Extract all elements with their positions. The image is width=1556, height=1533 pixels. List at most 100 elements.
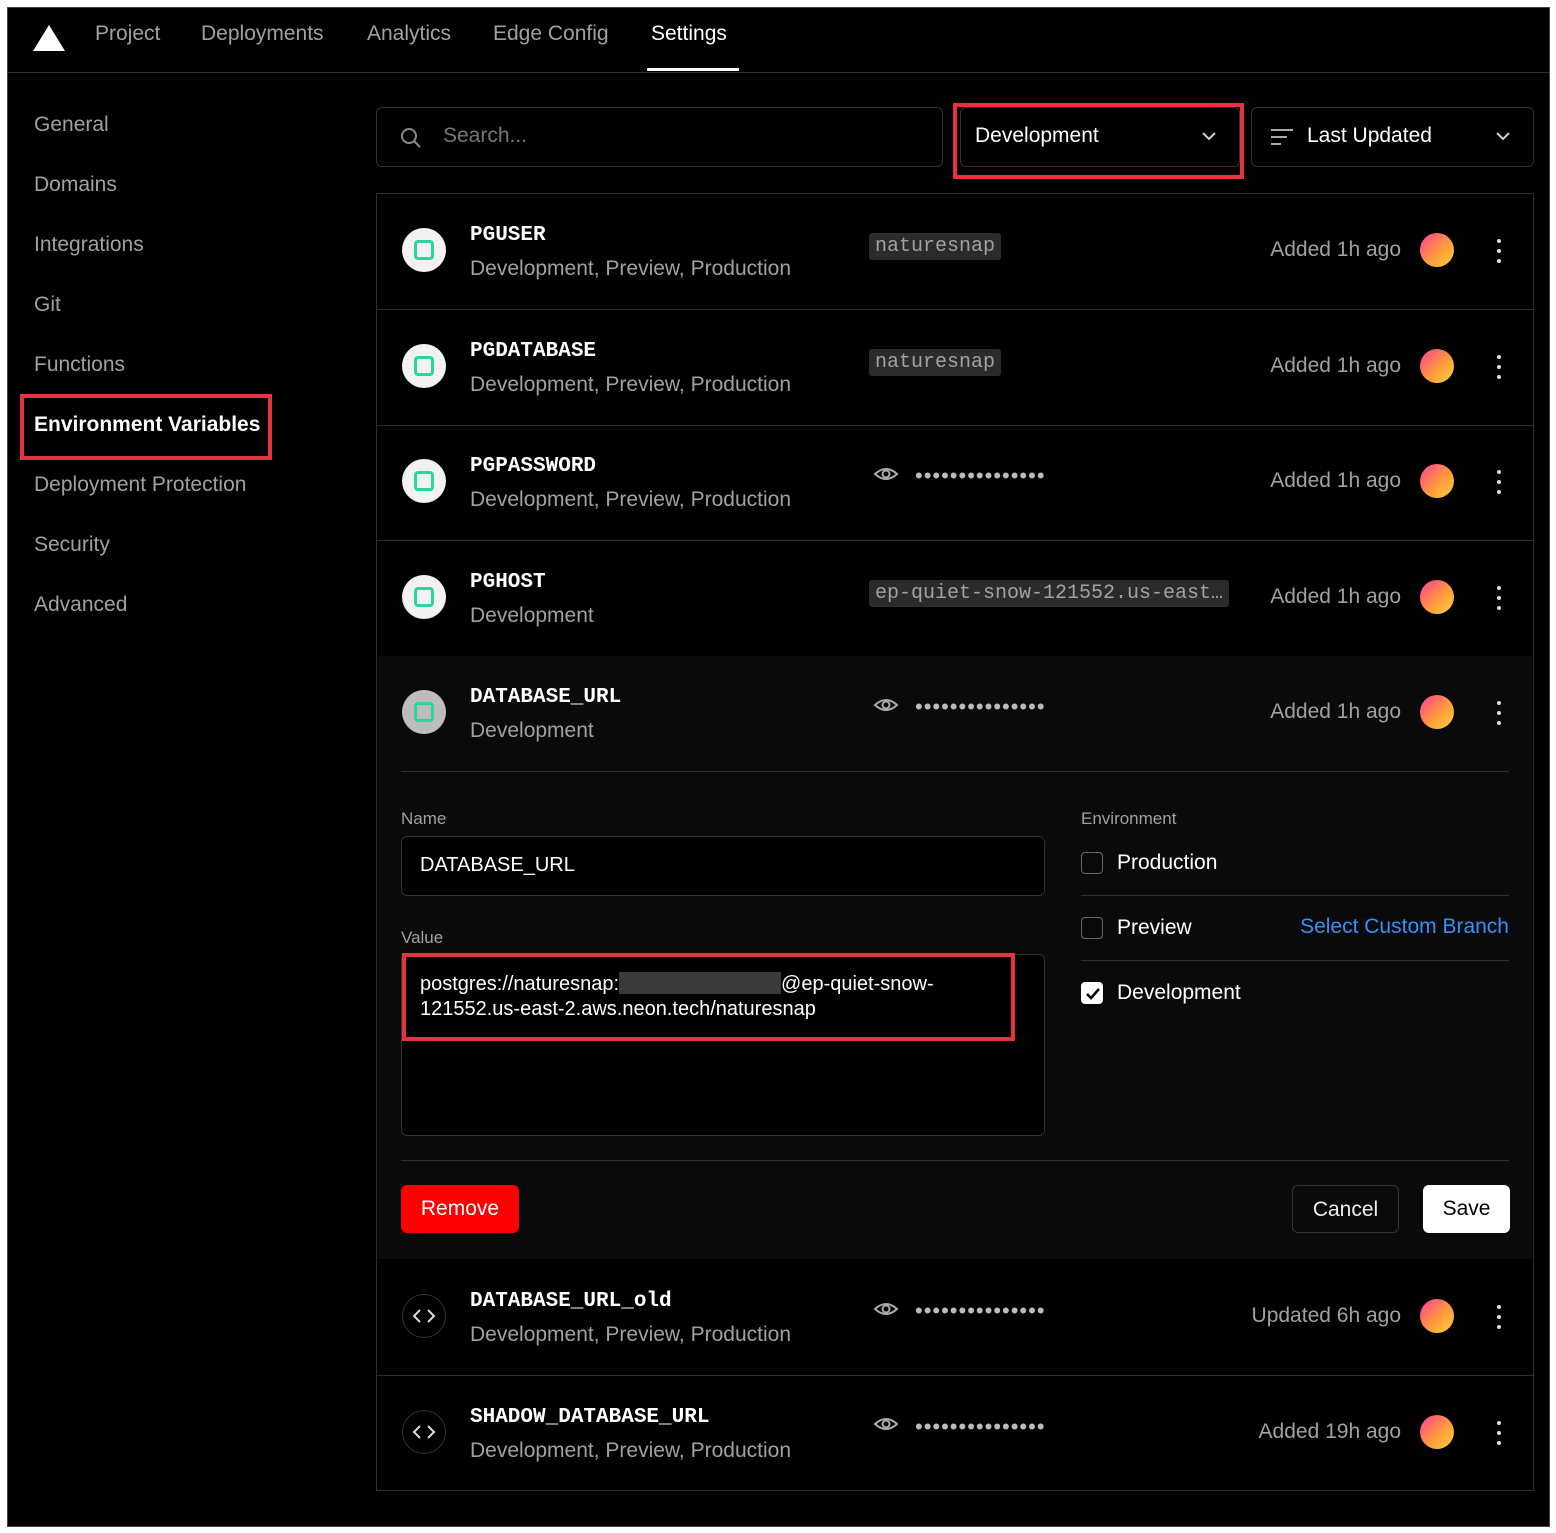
highlight-box-environment-filter bbox=[953, 103, 1244, 179]
neon-icon bbox=[402, 690, 446, 734]
env-variable-row[interactable]: PGDATABASE Development, Preview, Producti… bbox=[377, 310, 1533, 426]
sidebar-item-integrations[interactable]: Integrations bbox=[34, 233, 144, 257]
sidebar-item-domains[interactable]: Domains bbox=[34, 173, 117, 197]
tab-project[interactable]: Project bbox=[95, 22, 160, 46]
avatar bbox=[1420, 348, 1454, 383]
variable-editor: Name DATABASE_URL Value postgres://natur… bbox=[377, 769, 1533, 1259]
masked-value: ••••••••••••••• bbox=[915, 1298, 1046, 1323]
more-options-icon[interactable] bbox=[1489, 236, 1509, 266]
preview-label: Preview bbox=[1117, 916, 1192, 939]
variable-name: PGUSER bbox=[470, 224, 546, 247]
variable-environments: Development, Preview, Production bbox=[470, 1438, 791, 1462]
neon-icon bbox=[402, 459, 446, 503]
name-input-value: DATABASE_URL bbox=[420, 854, 575, 876]
hidden-value: ••••••••••••••• bbox=[873, 694, 1046, 720]
neon-icon bbox=[402, 343, 446, 388]
eye-icon[interactable] bbox=[873, 695, 899, 720]
search-icon bbox=[401, 128, 421, 148]
sort-lines-icon bbox=[1271, 129, 1293, 145]
chevron-down-icon bbox=[1496, 132, 1510, 141]
variable-name: PGDATABASE bbox=[470, 339, 597, 363]
hidden-value: ••••••••••••••• bbox=[873, 1414, 1046, 1440]
env-variable-row[interactable]: PGUSER Development, Preview, Production na… bbox=[377, 194, 1533, 310]
code-icon bbox=[402, 1294, 446, 1338]
variable-timestamp: Added 1h ago bbox=[1270, 353, 1401, 377]
name-label: Name bbox=[401, 809, 447, 828]
avatar bbox=[1420, 579, 1454, 614]
variable-value[interactable]: naturesnap bbox=[869, 348, 1002, 376]
sidebar-item-general[interactable]: General bbox=[34, 113, 109, 137]
tab-settings[interactable]: Settings bbox=[651, 22, 727, 46]
environment-label: Environment bbox=[1081, 809, 1177, 828]
env-variable-row[interactable]: PGHOST Development ep-quiet-snow-121552.us… bbox=[377, 541, 1533, 657]
sort-value: Last Updated bbox=[1307, 124, 1432, 147]
env-variable-row[interactable]: PGPASSWORD Development, Preview, Producti… bbox=[377, 425, 1533, 541]
search-placeholder: Search... bbox=[443, 124, 528, 147]
tab-deployments[interactable]: Deployments bbox=[201, 22, 324, 46]
variable-timestamp: Added 1h ago bbox=[1270, 584, 1401, 608]
more-options-icon[interactable] bbox=[1489, 467, 1509, 497]
sidebar-item-advanced[interactable]: Advanced bbox=[34, 593, 127, 617]
sidebar-item-security[interactable]: Security bbox=[34, 533, 110, 557]
select-custom-branch-link[interactable]: Select Custom Branch bbox=[1300, 915, 1509, 939]
preview-checkbox[interactable] bbox=[1081, 917, 1103, 939]
hidden-value: ••••••••••••••• bbox=[873, 1298, 1046, 1324]
search-input[interactable]: Search... bbox=[376, 107, 943, 167]
variable-timestamp: Added 19h ago bbox=[1258, 1419, 1401, 1443]
development-label: Development bbox=[1117, 981, 1241, 1004]
eye-icon[interactable] bbox=[873, 1299, 899, 1324]
app-window: Project Deployments Analytics Edge Confi… bbox=[7, 7, 1550, 1527]
variable-environments: Development bbox=[470, 719, 594, 742]
production-label: Production bbox=[1117, 851, 1218, 874]
top-navbar: Project Deployments Analytics Edge Confi… bbox=[8, 8, 1549, 73]
variable-environments: Development, Preview, Production bbox=[470, 488, 791, 511]
hidden-value: ••••••••••••••• bbox=[873, 463, 1046, 489]
variable-environments: Development, Preview, Production bbox=[470, 257, 791, 280]
variable-name: PGHOST bbox=[470, 570, 546, 594]
sidebar-item-functions[interactable]: Functions bbox=[34, 353, 125, 377]
env-variable-row[interactable]: DATABASE_URL Development ••••••••••••••• Ad… bbox=[377, 656, 1533, 771]
env-variables-list: PGUSER Development, Preview, Production na… bbox=[376, 193, 1534, 1491]
avatar bbox=[1420, 1299, 1454, 1333]
variable-environments: Development bbox=[470, 603, 594, 627]
variable-name: DATABASE_URL_old bbox=[470, 1290, 672, 1313]
masked-value: ••••••••••••••• bbox=[915, 1413, 1046, 1439]
more-options-icon[interactable] bbox=[1489, 352, 1509, 382]
eye-icon[interactable] bbox=[873, 464, 899, 489]
cancel-button[interactable]: Cancel bbox=[1292, 1185, 1399, 1233]
neon-icon bbox=[402, 228, 446, 272]
remove-button[interactable]: Remove bbox=[401, 1185, 519, 1233]
save-button[interactable]: Save bbox=[1423, 1185, 1510, 1233]
checkmark-icon bbox=[1086, 988, 1100, 1000]
active-tab-indicator bbox=[647, 68, 739, 71]
masked-value: ••••••••••••••• bbox=[915, 694, 1046, 719]
variable-value[interactable]: naturesnap bbox=[869, 233, 1002, 260]
variable-timestamp: Added 1h ago bbox=[1270, 469, 1401, 492]
more-options-icon[interactable] bbox=[1489, 583, 1509, 613]
development-checkbox[interactable] bbox=[1081, 982, 1103, 1004]
avatar bbox=[1420, 695, 1454, 729]
tab-analytics[interactable]: Analytics bbox=[367, 22, 451, 46]
eye-icon[interactable] bbox=[873, 1414, 899, 1439]
value-label: Value bbox=[401, 928, 444, 947]
avatar bbox=[1420, 233, 1454, 267]
sidebar-item-git[interactable]: Git bbox=[34, 293, 61, 317]
variable-value[interactable]: ep-quiet-snow-121552.us-east… bbox=[869, 579, 1230, 607]
avatar bbox=[1420, 464, 1454, 498]
variable-environments: Development, Preview, Production bbox=[470, 1323, 791, 1346]
sort-select[interactable]: Last Updated bbox=[1251, 107, 1534, 167]
sidebar-item-deployment-protection[interactable]: Deployment Protection bbox=[34, 473, 246, 497]
env-variable-row[interactable]: DATABASE_URL_old Development, Preview, Pr… bbox=[377, 1260, 1533, 1376]
name-input[interactable]: DATABASE_URL bbox=[401, 836, 1045, 896]
masked-value: ••••••••••••••• bbox=[915, 463, 1046, 488]
variable-name: SHADOW_DATABASE_URL bbox=[470, 1405, 710, 1429]
tab-edge-config[interactable]: Edge Config bbox=[493, 22, 609, 46]
more-options-icon[interactable] bbox=[1489, 1302, 1509, 1332]
more-options-icon[interactable] bbox=[1489, 698, 1509, 728]
neon-icon bbox=[402, 574, 446, 619]
production-checkbox[interactable] bbox=[1081, 852, 1103, 874]
highlight-box-value bbox=[402, 953, 1015, 1041]
more-options-icon[interactable] bbox=[1489, 1418, 1509, 1448]
env-variable-row[interactable]: SHADOW_DATABASE_URL Development, Preview,… bbox=[377, 1376, 1533, 1491]
vercel-logo-icon[interactable] bbox=[33, 25, 65, 51]
